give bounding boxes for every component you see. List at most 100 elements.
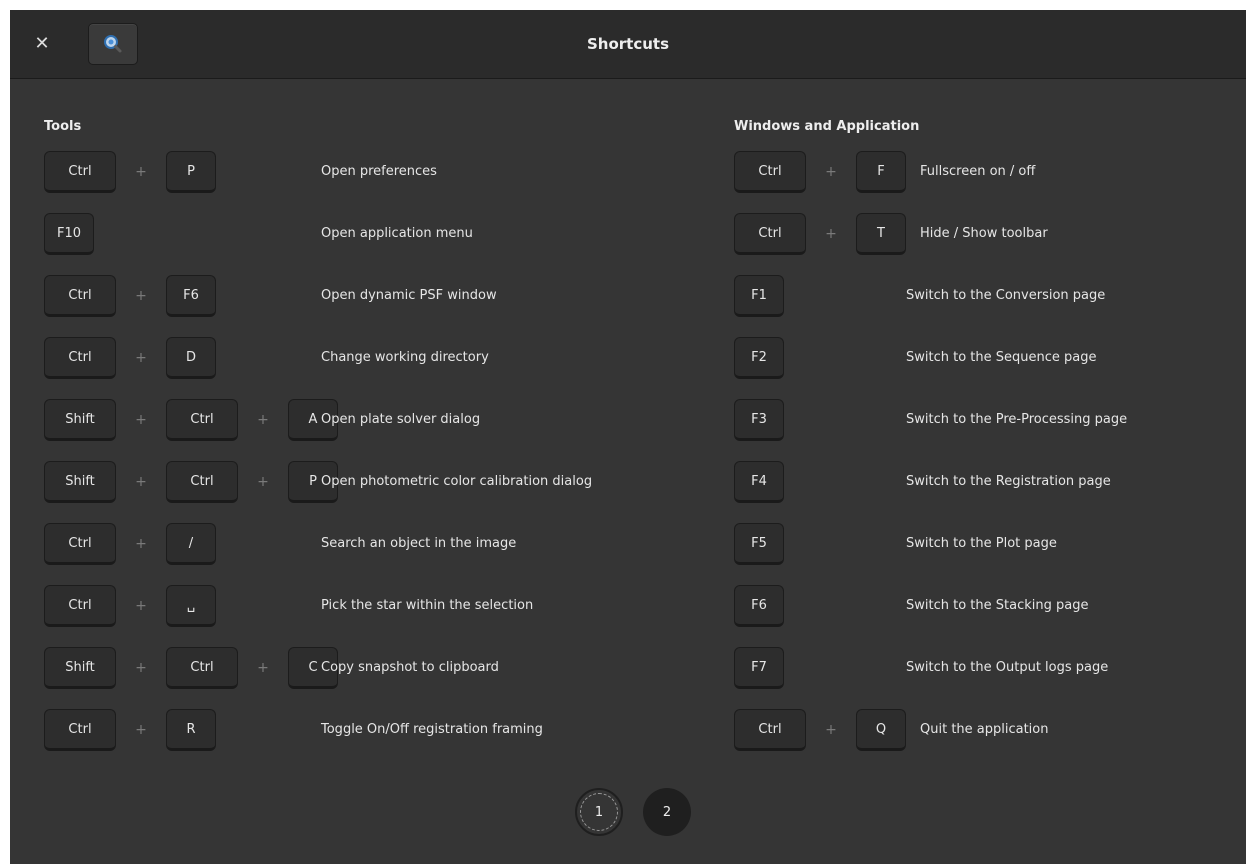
key-cap: P <box>166 151 216 193</box>
key-cap: Ctrl <box>166 647 238 689</box>
shortcut-row: Ctrl + F Fullscreen on / off <box>734 151 1234 195</box>
plus-separator: + <box>825 722 837 738</box>
plus-separator: + <box>257 474 269 490</box>
shortcut-row: Ctrl + / Search an object in the image <box>44 523 704 567</box>
plus-separator: + <box>825 164 837 180</box>
shortcut-description: Switch to the Conversion page <box>906 288 1106 303</box>
shortcut-description: Open dynamic PSF window <box>321 288 497 303</box>
key-cap: F7 <box>734 647 784 689</box>
page-1-button[interactable]: 1 <box>575 788 623 836</box>
key-cap: F1 <box>734 275 784 317</box>
shortcut-description: Search an object in the image <box>321 536 517 551</box>
shortcut-description: Switch to the Stacking page <box>906 598 1089 613</box>
plus-separator: + <box>825 226 837 242</box>
key-cap: Ctrl <box>44 151 116 193</box>
key-cap: F6 <box>166 275 216 317</box>
shortcut-row: Shift + Ctrl + P Open photometric color calib… <box>44 461 704 505</box>
title-bar: Shortcuts ✕ <box>10 10 1246 79</box>
shortcut-row: Ctrl + P Open preferences <box>44 151 704 195</box>
key-cap: R <box>166 709 216 751</box>
plus-separator: + <box>135 660 147 676</box>
shortcut-description: Hide / Show toolbar <box>920 226 1048 241</box>
key-cap: T <box>856 213 906 255</box>
shortcut-row: F3 Switch to the Pre-Processing page <box>734 399 1234 443</box>
focus-ring <box>580 793 618 831</box>
key-cap: Ctrl <box>44 585 116 627</box>
plus-separator: + <box>135 412 147 428</box>
key-cap: ␣ <box>166 585 216 627</box>
key-cap: F4 <box>734 461 784 503</box>
key-cap: / <box>166 523 216 565</box>
plus-separator: + <box>135 164 147 180</box>
key-cap: Shift <box>44 399 116 441</box>
key-cap: Ctrl <box>734 213 806 255</box>
shortcut-description: Switch to the Pre-Processing page <box>906 412 1128 427</box>
key-cap: D <box>166 337 216 379</box>
shortcut-row: F4 Switch to the Registration page <box>734 461 1234 505</box>
key-cap: Ctrl <box>734 709 806 751</box>
plus-separator: + <box>135 722 147 738</box>
shortcut-row: Ctrl + ␣ Pick the star within the selection <box>44 585 704 629</box>
shortcut-description: Open application menu <box>321 226 473 241</box>
key-cap: Shift <box>44 461 116 503</box>
key-cap: Q <box>856 709 906 751</box>
shortcut-row: Shift + Ctrl + A Open plate solver dialog <box>44 399 704 443</box>
search-button[interactable] <box>88 23 138 65</box>
plus-separator: + <box>135 598 147 614</box>
section-title-tools: Tools <box>44 119 82 134</box>
shortcut-row: Ctrl + F6 Open dynamic PSF window <box>44 275 704 319</box>
key-cap: F2 <box>734 337 784 379</box>
shortcut-row: F2 Switch to the Sequence page <box>734 337 1234 381</box>
key-cap: Shift <box>44 647 116 689</box>
shortcuts-window: Shortcuts ✕ Tools Windows and Applicatio… <box>10 10 1246 864</box>
key-cap: Ctrl <box>44 337 116 379</box>
shortcut-description: Copy snapshot to clipboard <box>321 660 499 675</box>
key-cap: Ctrl <box>734 151 806 193</box>
shortcut-description: Switch to the Registration page <box>906 474 1111 489</box>
window-title: Shortcuts <box>586 35 670 53</box>
plus-separator: + <box>257 412 269 428</box>
shortcut-description: Quit the application <box>920 722 1049 737</box>
shortcut-description: Switch to the Plot page <box>906 536 1057 551</box>
key-cap: F5 <box>734 523 784 565</box>
shortcut-row: F10 Open application menu <box>44 213 704 257</box>
shortcut-row: Ctrl + R Toggle On/Off registration framing <box>44 709 704 753</box>
key-cap: Ctrl <box>44 709 116 751</box>
close-button[interactable]: ✕ <box>30 32 54 56</box>
search-icon <box>104 35 122 53</box>
section-title-windows: Windows and Application <box>734 119 920 134</box>
shortcut-row: Ctrl + Q Quit the application <box>734 709 1234 753</box>
shortcut-description: Switch to the Output logs page <box>906 660 1109 675</box>
shortcut-description: Toggle On/Off registration framing <box>321 722 543 737</box>
plus-separator: + <box>135 288 147 304</box>
plus-separator: + <box>257 660 269 676</box>
shortcut-row: F7 Switch to the Output logs page <box>734 647 1234 691</box>
plus-separator: + <box>135 350 147 366</box>
shortcut-description: Pick the star within the selection <box>321 598 534 613</box>
shortcut-description: Open photometric color calibration dialo… <box>321 474 593 489</box>
shortcut-description: Open preferences <box>321 164 437 179</box>
shortcut-row: F6 Switch to the Stacking page <box>734 585 1234 629</box>
page-2-label: 2 <box>662 804 672 820</box>
key-cap: Ctrl <box>166 399 238 441</box>
shortcut-description: Fullscreen on / off <box>920 164 1036 179</box>
shortcut-row: Shift + Ctrl + C Copy snapshot to clipboard <box>44 647 704 691</box>
page-2-button[interactable]: 2 <box>643 788 691 836</box>
plus-separator: + <box>135 474 147 490</box>
shortcut-description: Open plate solver dialog <box>321 412 481 427</box>
shortcut-row: F1 Switch to the Conversion page <box>734 275 1234 319</box>
shortcut-row: Ctrl + T Hide / Show toolbar <box>734 213 1234 257</box>
plus-separator: + <box>135 536 147 552</box>
key-cap: Ctrl <box>44 523 116 565</box>
shortcut-description: Switch to the Sequence page <box>906 350 1097 365</box>
shortcut-row: F5 Switch to the Plot page <box>734 523 1234 567</box>
key-cap: F6 <box>734 585 784 627</box>
key-cap: Ctrl <box>166 461 238 503</box>
shortcut-row: Ctrl + D Change working directory <box>44 337 704 381</box>
close-icon: ✕ <box>34 33 50 54</box>
key-cap: Ctrl <box>44 275 116 317</box>
shortcut-description: Change working directory <box>321 350 489 365</box>
key-cap: F3 <box>734 399 784 441</box>
key-cap: F <box>856 151 906 193</box>
key-cap: F10 <box>44 213 94 255</box>
